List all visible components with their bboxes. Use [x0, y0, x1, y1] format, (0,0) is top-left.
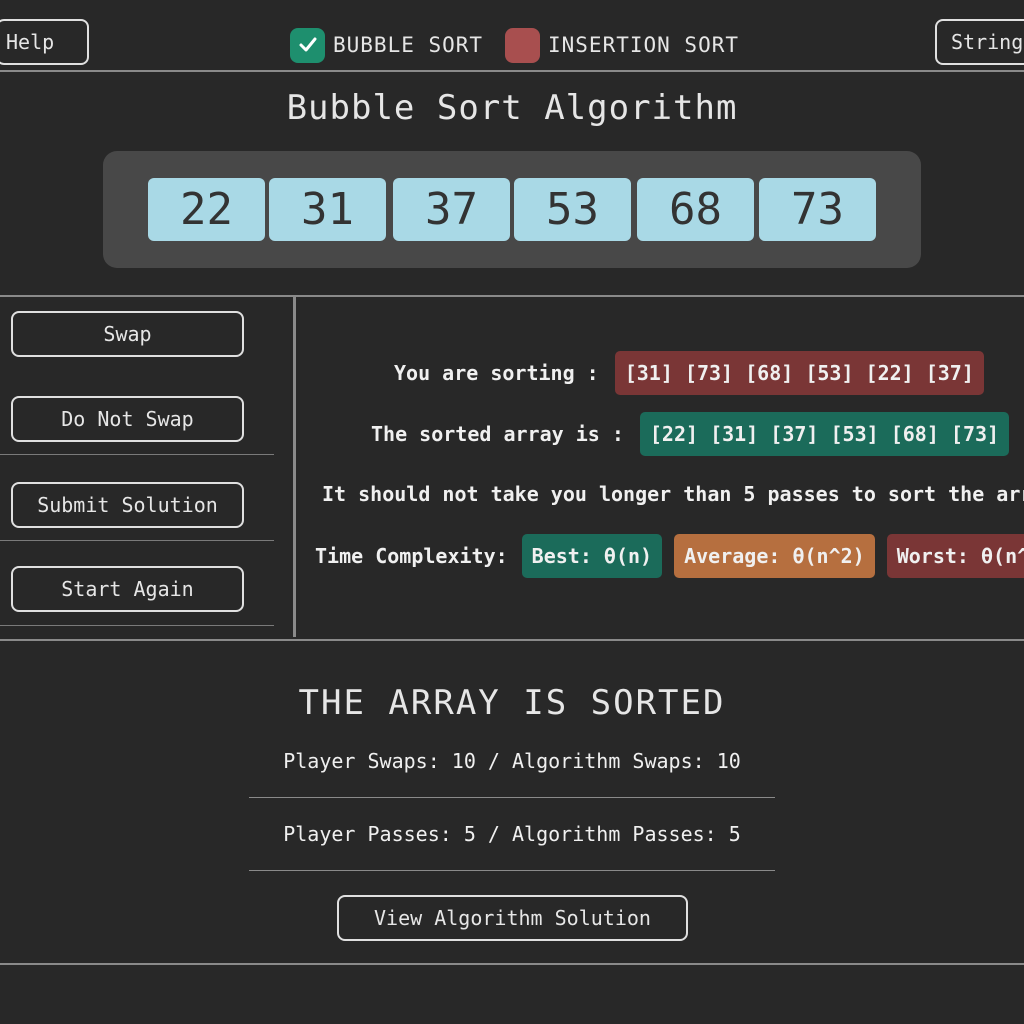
divider: [249, 797, 775, 798]
array-cell: 68: [637, 178, 754, 241]
view-solution-button[interactable]: View Algorithm Solution: [337, 895, 688, 941]
insertion-sort-label: INSERTION SORT: [548, 33, 740, 57]
divider: [0, 540, 274, 541]
worst-complexity-badge: Worst: θ(n^2): [886, 534, 1024, 578]
sorting-label: You are sorting :: [394, 361, 599, 385]
bubble-sort-label: BUBBLE SORT: [333, 33, 484, 57]
best-complexity-badge: Best: θ(n): [521, 534, 663, 578]
array-cell: 37: [393, 178, 510, 241]
divider: [0, 963, 1024, 965]
do-not-swap-button[interactable]: Do Not Swap: [11, 396, 244, 442]
array-cell: 31: [269, 178, 386, 241]
divider: [0, 454, 274, 455]
array-panel: 22 31 37 53 68 73: [103, 151, 921, 268]
array-cell: 73: [759, 178, 876, 241]
swap-button[interactable]: Swap: [11, 311, 244, 357]
string-button[interactable]: String: [935, 19, 1024, 65]
passes-hint: It should not take you longer than 5 pas…: [322, 482, 1024, 506]
sorted-row: The sorted array is : [22] [31] [37] [53…: [371, 412, 1010, 456]
insertion-sort-option[interactable]: INSERTION SORT: [505, 27, 739, 63]
check-icon[interactable]: [290, 27, 325, 63]
divider: [0, 625, 274, 626]
bubble-sort-option[interactable]: BUBBLE SORT: [290, 27, 483, 63]
complexity-label: Time Complexity:: [315, 544, 508, 568]
complexity-row: Time Complexity: Best: θ(n) Average: θ(n…: [315, 534, 1024, 578]
divider: [249, 870, 775, 871]
top-bar: Help BUBBLE SORT INSERTION SORT String: [0, 0, 1024, 72]
swaps-stat: Player Swaps: 10 / Algorithm Swaps: 10: [283, 749, 741, 773]
unsorted-array-badge: [31] [73] [68] [53] [22] [37]: [614, 351, 984, 395]
checkbox-unchecked-icon[interactable]: [505, 27, 540, 63]
sorting-row: You are sorting : [31] [73] [68] [53] [2…: [394, 351, 984, 395]
divider: [0, 639, 1024, 641]
sorted-label: The sorted array is :: [371, 422, 624, 446]
average-complexity-badge: Average: θ(n^2): [674, 534, 875, 578]
array-cell: 53: [514, 178, 631, 241]
start-again-button[interactable]: Start Again: [11, 566, 244, 612]
sorted-array-badge: [22] [31] [37] [53] [68] [73]: [639, 412, 1010, 456]
vertical-divider: [293, 297, 296, 637]
passes-stat: Player Passes: 5 / Algorithm Passes: 5: [283, 822, 741, 846]
page-title: Bubble Sort Algorithm: [286, 88, 738, 128]
help-button[interactable]: Help: [0, 19, 89, 65]
array-cell: 22: [148, 178, 265, 241]
submit-solution-button[interactable]: Submit Solution: [11, 482, 244, 528]
controls-panel: Swap Do Not Swap Submit Solution Start A…: [0, 297, 294, 640]
result-title: THE ARRAY IS SORTED: [298, 683, 726, 723]
